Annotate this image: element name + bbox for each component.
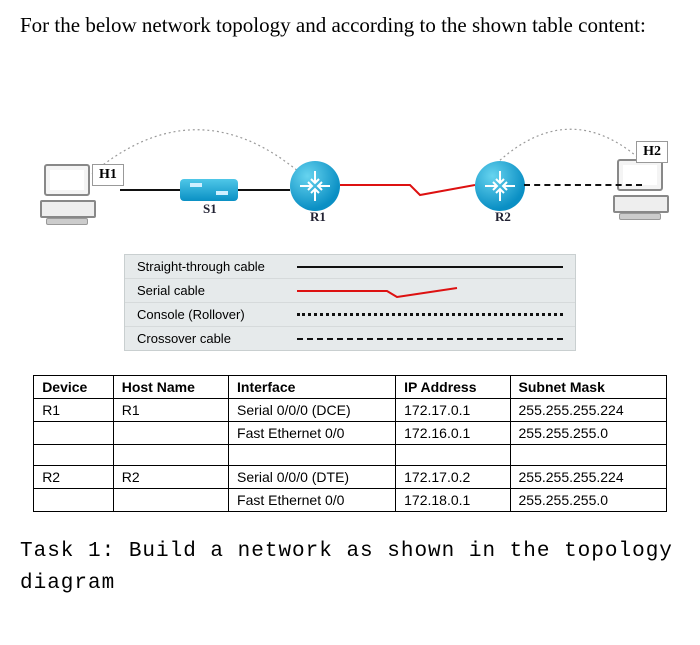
host-h1-label: H1 — [92, 164, 124, 186]
device-table: Device Host Name Interface IP Address Su… — [33, 375, 667, 512]
host-h2-icon — [613, 159, 665, 219]
legend-label: Straight-through cable — [137, 259, 297, 274]
router-r1-icon — [290, 161, 340, 211]
th-ip: IP Address — [396, 376, 510, 399]
serial-link-r1-r2 — [340, 177, 475, 197]
topology-diagram: H1 H2 S1 R1 R2 — [30, 69, 670, 244]
link-s1-r1 — [238, 189, 290, 191]
legend-row: Console (Rollover) — [125, 302, 575, 326]
th-hostname: Host Name — [113, 376, 228, 399]
task-text: Task 1: Build a network as shown in the … — [20, 536, 680, 599]
legend-row: Serial cable — [125, 278, 575, 302]
legend-label: Crossover cable — [137, 331, 297, 346]
switch-s1-label: S1 — [203, 201, 217, 217]
link-r2-h2 — [524, 184, 642, 186]
table-blank-row — [34, 445, 667, 466]
th-device: Device — [34, 376, 114, 399]
legend-row: Straight-through cable — [125, 255, 575, 278]
table-row: Fast Ethernet 0/0 172.16.0.1 255.255.255… — [34, 422, 667, 445]
router-r2-icon — [475, 161, 525, 211]
router-r2-label: R2 — [495, 209, 511, 225]
link-h1-s1 — [120, 189, 180, 191]
host-h1-icon — [40, 164, 92, 224]
th-mask: Subnet Mask — [510, 376, 666, 399]
intro-text: For the below network topology and accor… — [20, 12, 680, 39]
router-r1-label: R1 — [310, 209, 326, 225]
cable-legend: Straight-through cable Serial cable Cons… — [124, 254, 576, 351]
table-row: Fast Ethernet 0/0 172.18.0.1 255.255.255… — [34, 489, 667, 512]
legend-row: Crossover cable — [125, 326, 575, 350]
legend-label: Console (Rollover) — [137, 307, 297, 322]
legend-label: Serial cable — [137, 283, 297, 298]
switch-s1-icon — [180, 179, 238, 201]
th-interface: Interface — [229, 376, 396, 399]
table-row: R2 R2 Serial 0/0/0 (DTE) 172.17.0.2 255.… — [34, 466, 667, 489]
table-header-row: Device Host Name Interface IP Address Su… — [34, 376, 667, 399]
table-row: R1 R1 Serial 0/0/0 (DCE) 172.17.0.1 255.… — [34, 399, 667, 422]
host-h2-label: H2 — [636, 141, 668, 163]
